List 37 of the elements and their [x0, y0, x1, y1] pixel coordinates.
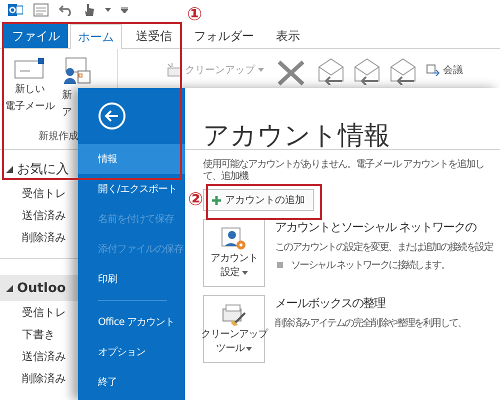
backstage-menu-item[interactable]: Office アカウント	[78, 307, 185, 337]
folder-item[interactable]: 受信トレ	[0, 182, 78, 204]
section-heading: アカウントとソーシャル ネットワークの	[275, 219, 478, 236]
meeting-label[interactable]: 会議	[443, 63, 463, 77]
folder-item[interactable]: 削除済み	[0, 367, 78, 389]
section-description: 削除済みアイテムの完全削除や整理を利用して、	[275, 316, 466, 330]
folder-item[interactable]: 削除済み	[0, 226, 78, 248]
backstage-menu-item[interactable]: オプション	[78, 337, 185, 367]
folder-item[interactable]: 送信済み	[0, 345, 78, 367]
bullet-text: ソーシャル ネットワークに接続します。	[291, 258, 450, 272]
backstage-menu-item[interactable]: 開く/エクスポート	[78, 174, 185, 204]
button-label[interactable]: 電子メール	[5, 100, 55, 113]
button-label[interactable]: ア	[62, 106, 72, 119]
add-account-button[interactable]: アカウントの追加	[203, 189, 314, 211]
group-label: 新規作成	[38, 130, 80, 144]
folder-item[interactable]: 受信トレ	[0, 301, 78, 323]
section-description: このアカウントの設定を変更、または追加の接続を設定	[275, 240, 493, 254]
button-label[interactable]: 新しい	[15, 83, 45, 96]
ribbon-tab[interactable]: ファイル	[4, 23, 68, 48]
button-label[interactable]: 新	[62, 89, 72, 102]
folder-item[interactable]: 下書き	[0, 323, 78, 345]
tile-label: アカウント	[210, 253, 258, 265]
section-heading: メールボックスの整理	[275, 295, 386, 312]
backstage-menu-item[interactable]: 印刷	[78, 264, 185, 294]
tile-label: ツール	[216, 343, 252, 355]
backstage-menu-item[interactable]: 終了	[78, 367, 185, 397]
tile-label: 設定	[220, 267, 248, 279]
backstage-menu-item[interactable]: 情報	[78, 144, 185, 174]
folder-group-title[interactable]: お気に入	[17, 160, 69, 178]
description-text: 使用可能なアカウントがありません。電子メール アカウントを追加して、追加機	[203, 159, 486, 183]
annotation-number: ②	[188, 190, 204, 210]
folder-item[interactable]: 送信済み	[0, 204, 78, 226]
annotation-number: ①	[187, 5, 202, 25]
ribbon-tab[interactable]: ホーム	[70, 24, 122, 49]
settings-tile-button[interactable]: アカウント 設定	[203, 219, 265, 287]
page-title: アカウント情報	[203, 120, 391, 153]
tile-label: クリーンアップ	[200, 329, 268, 341]
